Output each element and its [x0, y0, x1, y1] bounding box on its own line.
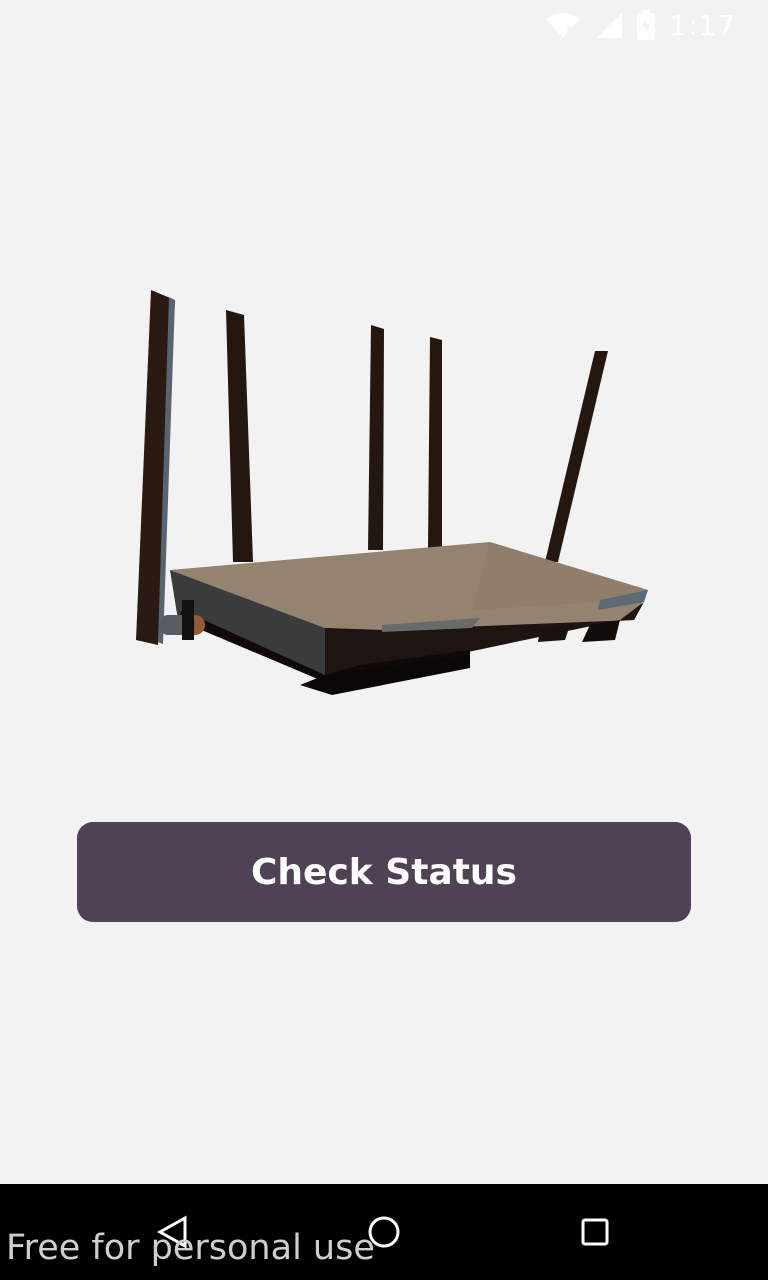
wifi-icon — [546, 13, 581, 38]
signal-icon — [597, 13, 623, 38]
watermark-text: Free for personal use — [6, 1228, 375, 1268]
router-image — [136, 290, 648, 695]
recents-icon — [581, 1218, 609, 1246]
battery-charging-icon — [637, 10, 656, 40]
status-bar: 1:17 — [0, 0, 768, 48]
recents-button[interactable] — [571, 1208, 619, 1256]
status-icons: 1:17 — [545, 8, 736, 42]
status-time: 1:17 — [669, 8, 736, 42]
check-status-button[interactable]: Check Status — [77, 822, 691, 922]
app-screen: 1:17 Check Status Free for personal use — [0, 0, 768, 1280]
